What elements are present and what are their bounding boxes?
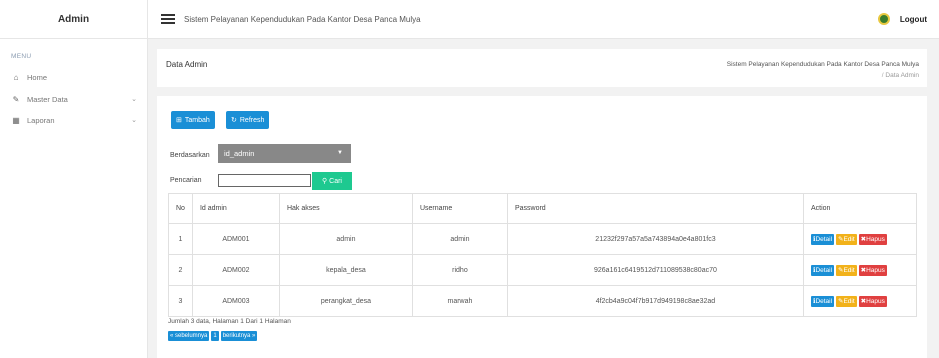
detail-button[interactable]: ℹDetail — [810, 264, 835, 276]
topbar: Sistem Pelayanan Kependudukan Pada Kanto… — [148, 0, 939, 39]
filter-field-select[interactable]: id_admin ▼ — [218, 144, 351, 163]
hapus-label: Hapus — [866, 235, 885, 243]
col-header-username: Username — [411, 193, 508, 224]
col-header-hak: Hak akses — [278, 193, 413, 224]
sidebar: MENU ⌂ Home ✎ Master Data ⌄ ▦ Laporan ⌄ — [0, 39, 148, 358]
cell-password: 4f2cb4a9c04f7b917d949198c8ae32ad — [506, 285, 804, 317]
logout-button[interactable]: Logout — [900, 15, 927, 24]
cell-actions: ℹDetail ✎Edit ✖Hapus — [802, 254, 918, 286]
filter-by-label: Berdasarkan — [170, 152, 210, 159]
hapus-label: Hapus — [866, 266, 885, 274]
edit-label: Edit — [843, 297, 855, 305]
cell-password: 21232f297a57a5a743894a0e4a801fc3 — [506, 223, 804, 255]
sidebar-item-laporan[interactable]: ▦ Laporan ⌄ — [11, 113, 137, 127]
page-1-button[interactable]: 1 — [211, 331, 219, 341]
hapus-button[interactable]: ✖Hapus — [858, 264, 887, 276]
tambah-label: Tambah — [184, 116, 210, 124]
detail-label: Detail — [815, 266, 833, 274]
main-panel: ⊞ Tambah ↻ Refresh Berdasarkan id_admin … — [157, 96, 927, 358]
cell-no: 1 — [168, 223, 193, 255]
edit-button[interactable]: ✎Edit — [836, 264, 857, 276]
chevron-down-icon: ⌄ — [131, 117, 137, 124]
cell-username: marwah — [411, 285, 508, 317]
title-panel: Data Admin Sistem Pelayanan Kependudukan… — [157, 49, 927, 87]
edit-button[interactable]: ✎Edit — [836, 295, 857, 307]
app-title: Sistem Pelayanan Kependudukan Pada Kanto… — [184, 14, 421, 24]
edit-button[interactable]: ✎Edit — [836, 233, 857, 245]
sidebar-item-label: Laporan — [27, 115, 55, 125]
cell-actions: ℹDetail ✎Edit ✖Hapus — [802, 223, 918, 255]
edit-icon: ✎ — [12, 94, 20, 104]
hapus-button[interactable]: ✖Hapus — [858, 295, 887, 307]
cell-hak: perangkat_desa — [278, 285, 413, 317]
table-row: 3 ADM003 perangkat_desa marwah 4f2cb4a9c… — [168, 285, 918, 317]
search-input[interactable] — [218, 174, 311, 187]
cari-button[interactable]: ⚲ Cari — [312, 172, 352, 190]
caret-down-icon: ▼ — [337, 150, 343, 156]
detail-button[interactable]: ℹDetail — [810, 295, 835, 307]
search-label: Pencarian — [170, 177, 202, 184]
plus-square-icon: ⊞ — [176, 117, 182, 124]
hamburger-menu-icon[interactable] — [161, 14, 175, 24]
village-logo-icon — [877, 13, 890, 25]
cell-id: ADM002 — [191, 254, 280, 286]
cell-no: 3 — [168, 285, 193, 317]
table-header-row: No Id admin Hak akses Username Password … — [168, 193, 918, 224]
sidebar-item-master-data[interactable]: ✎ Master Data ⌄ — [11, 92, 137, 106]
admin-table: No Id admin Hak akses Username Password … — [168, 193, 918, 317]
detail-button[interactable]: ℹDetail — [810, 233, 835, 245]
filter-field-value: id_admin — [224, 149, 255, 158]
table-row: 1 ADM001 admin admin 21232f297a57a5a7438… — [168, 223, 918, 255]
cell-no: 2 — [168, 254, 193, 286]
page-title: Data Admin — [166, 60, 208, 69]
refresh-icon: ↻ — [231, 117, 237, 124]
col-header-action: Action — [802, 193, 918, 224]
cell-password: 926a161c6419512d711089538c80ac70 — [506, 254, 804, 286]
home-icon: ⌂ — [13, 72, 19, 82]
pagination: « sebelumnya 1 berikutnya » — [168, 331, 258, 341]
refresh-button[interactable]: ↻ Refresh — [226, 111, 270, 129]
sidebar-item-label: Master Data — [27, 94, 68, 104]
cell-hak: kepala_desa — [278, 254, 413, 286]
breadcrumb-current: Data Admin — [885, 72, 919, 79]
data-summary: Jumlah 3 data, Halaman 1 Dari 1 Halaman — [168, 318, 291, 325]
cell-actions: ℹDetail ✎Edit ✖Hapus — [802, 285, 918, 317]
brand: Admin — [0, 0, 148, 39]
breadcrumb-separator: / — [881, 72, 884, 79]
col-header-id: Id admin — [191, 193, 280, 224]
col-header-no: No — [168, 193, 193, 224]
table-row: 2 ADM002 kepala_desa ridho 926a161c64195… — [168, 254, 918, 286]
next-page-button[interactable]: berikutnya » — [220, 331, 258, 341]
cell-id: ADM003 — [191, 285, 280, 317]
cari-label: Cari — [329, 177, 342, 185]
edit-label: Edit — [843, 235, 855, 243]
detail-label: Detail — [815, 297, 833, 305]
tambah-button[interactable]: ⊞ Tambah — [171, 111, 215, 129]
breadcrumb-root[interactable]: Sistem Pelayanan Kependudukan Pada Kanto… — [727, 59, 919, 70]
cell-username: admin — [411, 223, 508, 255]
hapus-button[interactable]: ✖Hapus — [858, 233, 887, 245]
hapus-label: Hapus — [866, 297, 885, 305]
user-area: Logout — [877, 13, 927, 25]
detail-label: Detail — [815, 235, 833, 243]
breadcrumb: Sistem Pelayanan Kependudukan Pada Kanto… — [727, 59, 919, 81]
search-icon: ⚲ — [322, 178, 328, 185]
menu-heading: MENU — [11, 53, 32, 60]
sidebar-item-home[interactable]: ⌂ Home — [11, 70, 137, 84]
cell-id: ADM001 — [191, 223, 280, 255]
calendar-icon: ▦ — [12, 115, 20, 125]
cell-hak: admin — [278, 223, 413, 255]
sidebar-item-label: Home — [27, 72, 48, 82]
refresh-label: Refresh — [239, 116, 265, 124]
cell-username: ridho — [411, 254, 508, 286]
edit-label: Edit — [843, 266, 855, 274]
prev-page-button[interactable]: « sebelumnya — [168, 331, 210, 341]
chevron-down-icon: ⌄ — [131, 96, 137, 103]
col-header-password: Password — [506, 193, 804, 224]
